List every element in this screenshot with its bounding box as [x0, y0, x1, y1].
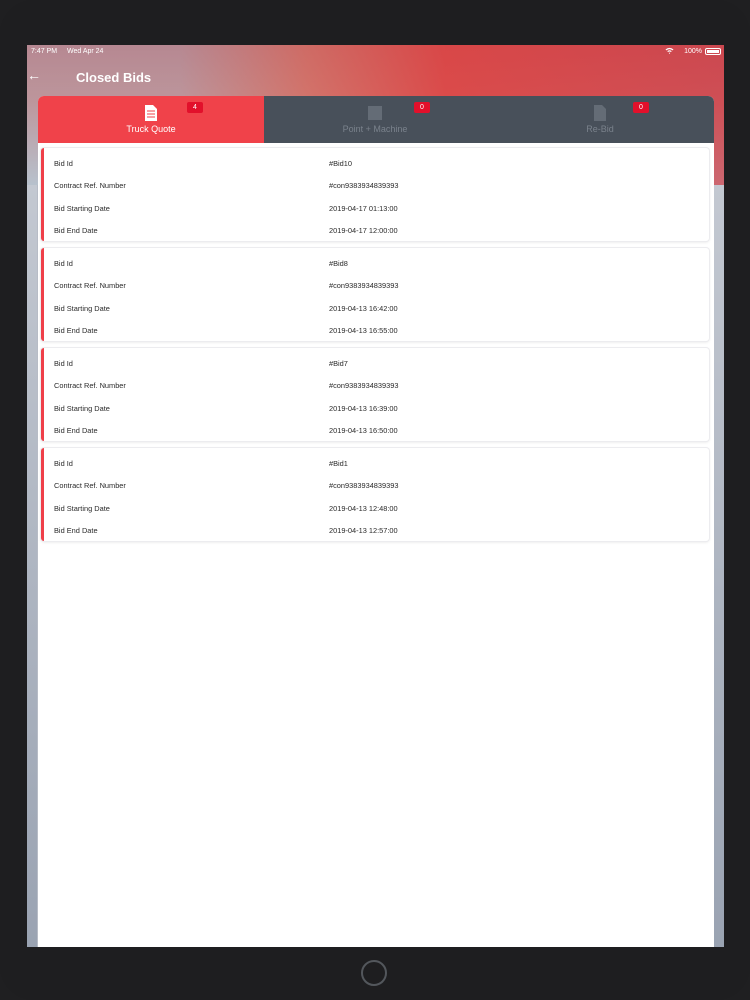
field-label: Bid Starting Date — [54, 304, 110, 313]
left-background-strip — [27, 185, 37, 947]
end-date-value: 2019-04-17 12:00:00 — [329, 226, 398, 235]
start-date-row: Bid Starting Date 2019-04-13 12:48:00 — [54, 504, 704, 516]
field-label: Bid End Date — [54, 226, 98, 235]
battery-percent: 100% — [684, 48, 702, 55]
field-label: Bid End Date — [54, 526, 98, 535]
field-label: Bid Starting Date — [54, 504, 110, 513]
bid-id-row: Bid Id #Bid1 — [54, 459, 704, 471]
home-button[interactable] — [361, 960, 387, 986]
status-time: 7:47 PM — [31, 48, 58, 55]
end-date-value: 2019-04-13 12:57:00 — [329, 526, 398, 535]
start-date-row: Bid Starting Date 2019-04-17 01:13:00 — [54, 204, 704, 216]
tab-label: Truck Quote — [126, 124, 176, 134]
screen: 7:47 PM Wed Apr 24 100% ← Closed Bids Tr… — [27, 45, 724, 947]
end-date-row: Bid End Date 2019-04-13 16:55:00 — [54, 326, 704, 338]
field-label: Bid Starting Date — [54, 404, 110, 413]
contract-ref-row: Contract Ref. Number #con9383934839393 — [54, 281, 704, 293]
start-date-value: 2019-04-13 12:48:00 — [329, 504, 398, 513]
tab-label: Re-Bid — [586, 124, 614, 134]
contract-ref-value: #con9383934839393 — [329, 281, 399, 290]
field-label: Bid Id — [54, 159, 73, 168]
field-label: Bid Id — [54, 359, 73, 368]
start-date-value: 2019-04-17 01:13:00 — [329, 204, 398, 213]
document-icon — [368, 106, 382, 120]
tab-count-badge: 0 — [414, 102, 430, 113]
battery-icon — [705, 48, 721, 55]
bid-id-value: #Bid7 — [329, 359, 348, 368]
field-label: Contract Ref. Number — [54, 481, 126, 490]
bid-id-value: #Bid8 — [329, 259, 348, 268]
page-title: Closed Bids — [76, 70, 152, 85]
field-label: Bid Starting Date — [54, 204, 110, 213]
tab-truck-quote[interactable]: Truck Quote 4 — [38, 96, 264, 143]
end-date-value: 2019-04-13 16:50:00 — [329, 426, 398, 435]
status-date: Wed Apr 24 — [67, 48, 104, 55]
bids-panel: Truck Quote 4 Point + Machine 0 Re-Bid 0 — [38, 96, 714, 947]
contract-ref-value: #con9383934839393 — [329, 481, 399, 490]
bid-id-value: #Bid1 — [329, 459, 348, 468]
bid-id-value: #Bid10 — [329, 159, 353, 168]
contract-ref-row: Contract Ref. Number #con9383934839393 — [54, 481, 704, 493]
arrow-left-icon[interactable]: ← — [27, 67, 41, 83]
bid-card[interactable]: Bid Id #Bid8 Contract Ref. Number #con93… — [41, 248, 709, 341]
tab-count-badge: 0 — [633, 102, 649, 113]
tab-bar: Truck Quote 4 Point + Machine 0 Re-Bid 0 — [38, 96, 714, 143]
field-label: Bid Id — [54, 259, 73, 268]
start-date-row: Bid Starting Date 2019-04-13 16:42:00 — [54, 304, 704, 316]
tab-re-bid[interactable]: Re-Bid 0 — [486, 96, 714, 143]
bid-id-row: Bid Id #Bid10 — [54, 159, 704, 171]
end-date-row: Bid End Date 2019-04-17 12:00:00 — [54, 226, 704, 238]
document-icon — [594, 105, 606, 121]
status-bar: 7:47 PM Wed Apr 24 100% — [27, 45, 724, 59]
start-date-row: Bid Starting Date 2019-04-13 16:39:00 — [54, 404, 704, 416]
field-label: Contract Ref. Number — [54, 381, 126, 390]
end-date-row: Bid End Date 2019-04-13 12:57:00 — [54, 526, 704, 538]
right-background-strip — [714, 185, 724, 947]
field-label: Contract Ref. Number — [54, 281, 126, 290]
contract-ref-row: Contract Ref. Number #con9383934839393 — [54, 181, 704, 193]
tab-count-badge: 4 — [187, 102, 203, 113]
field-label: Bid End Date — [54, 326, 98, 335]
field-label: Contract Ref. Number — [54, 181, 126, 190]
tab-label: Point + Machine — [342, 124, 408, 134]
end-date-row: Bid End Date 2019-04-13 16:50:00 — [54, 426, 704, 438]
field-label: Bid Id — [54, 459, 73, 468]
bid-id-row: Bid Id #Bid7 — [54, 359, 704, 371]
contract-ref-row: Contract Ref. Number #con9383934839393 — [54, 381, 704, 393]
contract-ref-value: #con9383934839393 — [329, 181, 399, 190]
bid-card[interactable]: Bid Id #Bid1 Contract Ref. Number #con93… — [41, 448, 709, 541]
bid-list: Bid Id #Bid10 Contract Ref. Number #con9… — [41, 148, 709, 548]
tab-point-machine[interactable]: Point + Machine 0 — [264, 96, 486, 143]
start-date-value: 2019-04-13 16:42:00 — [329, 304, 398, 313]
start-date-value: 2019-04-13 16:39:00 — [329, 404, 398, 413]
bid-card[interactable]: Bid Id #Bid7 Contract Ref. Number #con93… — [41, 348, 709, 441]
field-label: Bid End Date — [54, 426, 98, 435]
bid-id-row: Bid Id #Bid8 — [54, 259, 704, 271]
document-icon — [145, 105, 157, 121]
bid-card[interactable]: Bid Id #Bid10 Contract Ref. Number #con9… — [41, 148, 709, 241]
tablet-frame: 7:47 PM Wed Apr 24 100% ← Closed Bids Tr… — [0, 0, 750, 1000]
wifi-icon — [665, 47, 674, 56]
end-date-value: 2019-04-13 16:55:00 — [329, 326, 398, 335]
contract-ref-value: #con9383934839393 — [329, 381, 399, 390]
